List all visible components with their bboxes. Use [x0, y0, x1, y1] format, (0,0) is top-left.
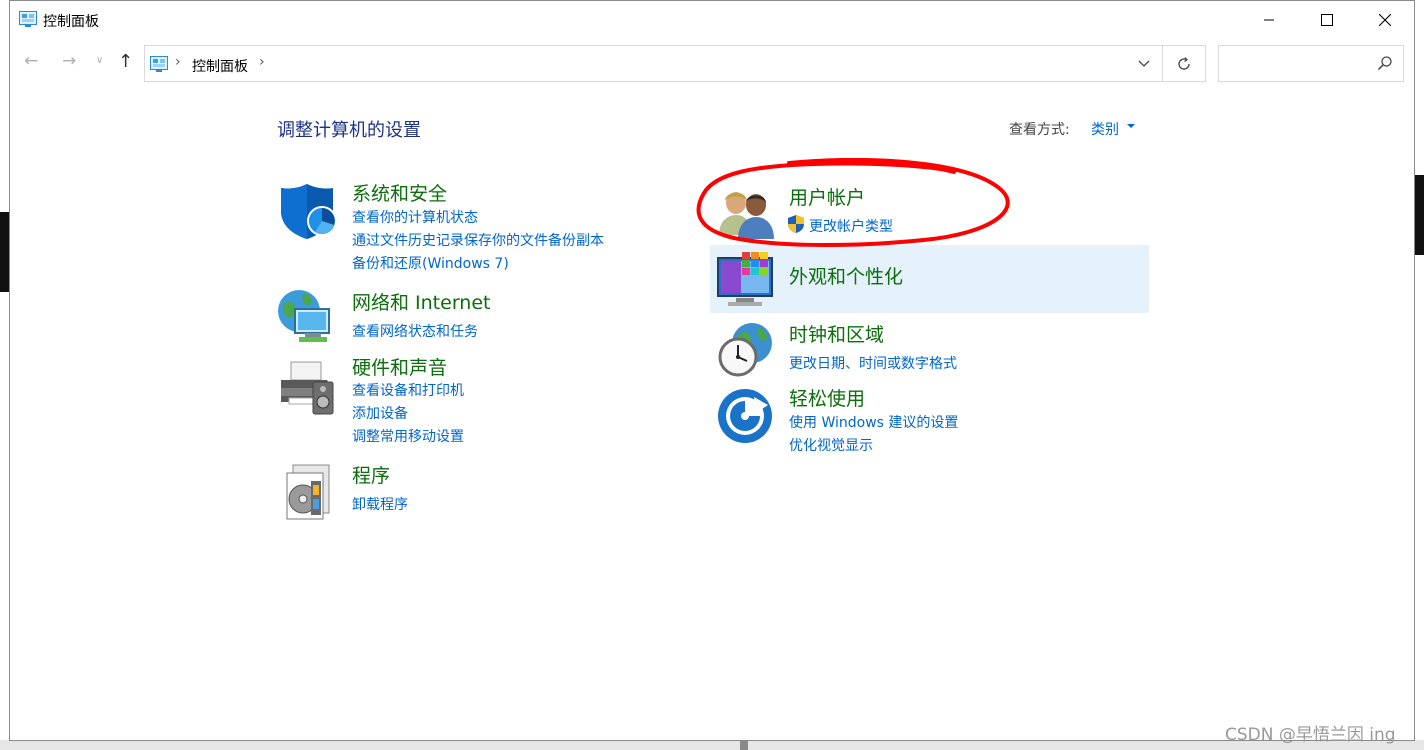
link-devices-printers[interactable]: 查看设备和打印机: [352, 380, 464, 400]
view-by-dropdown[interactable]: 类别: [1091, 119, 1119, 139]
category-title-hardware-sound[interactable]: 硬件和声音: [352, 353, 447, 380]
link-mobility-settings[interactable]: 调整常用移动设置: [352, 426, 464, 446]
back-arrow-icon[interactable]: ←: [24, 51, 38, 71]
search-box[interactable]: [1218, 45, 1404, 82]
watermark-text: CSDN @早悟兰因 ing: [1225, 725, 1396, 745]
breadcrumb-chevron-icon[interactable]: ›: [175, 54, 181, 70]
link-uninstall-program[interactable]: 卸载程序: [352, 494, 408, 514]
refresh-icon: [1178, 56, 1190, 70]
link-optimize-visual-display[interactable]: 优化视觉显示: [789, 435, 873, 455]
background-terminal-strip: [1414, 175, 1424, 255]
navigation-bar: ← → ∨ ↑ › 控制面板 ›: [10, 43, 1414, 83]
category-title-system-security[interactable]: 系统和安全: [352, 179, 447, 206]
category-title-programs[interactable]: 程序: [352, 461, 390, 488]
link-view-network-status[interactable]: 查看网络状态和任务: [352, 321, 478, 341]
close-button[interactable]: [1356, 1, 1414, 39]
main-content: 调整计算机的设置 查看方式: 类别 系统和安全 查看你的计算机状态 通过文件历史…: [10, 83, 1414, 733]
page-title: 调整计算机的设置: [277, 120, 421, 141]
background-window-right: [1414, 0, 1424, 750]
link-backup-restore[interactable]: 备份和还原(Windows 7): [352, 253, 509, 273]
link-windows-recommended-settings[interactable]: 使用 Windows 建议的设置: [789, 412, 958, 432]
link-file-history-backup[interactable]: 通过文件历史记录保存你的文件备份副本: [352, 230, 604, 250]
ease-of-access-icon: [718, 389, 772, 443]
close-icon: [1379, 14, 1391, 26]
control-panel-icon: [19, 11, 37, 27]
maximize-icon: [1321, 14, 1333, 26]
window-title: 控制面板: [43, 14, 99, 30]
search-icon[interactable]: [1377, 55, 1393, 71]
link-view-computer-status[interactable]: 查看你的计算机状态: [352, 207, 478, 227]
monitor-palette-icon: [717, 252, 773, 306]
link-change-date-time-format[interactable]: 更改日期、时间或数字格式: [789, 353, 957, 373]
printer-speaker-icon: [281, 361, 334, 415]
maximize-button[interactable]: [1298, 1, 1356, 39]
forward-arrow-icon[interactable]: →: [62, 51, 76, 71]
minimize-icon: [1264, 19, 1274, 21]
refresh-button[interactable]: [1163, 46, 1205, 81]
link-add-device[interactable]: 添加设备: [352, 403, 408, 423]
view-by-label: 查看方式:: [1009, 122, 1070, 138]
chevron-down-icon: [1138, 60, 1149, 67]
category-title-appearance-personalization[interactable]: 外观和个性化: [789, 262, 903, 289]
category-title-network-internet[interactable]: 网络和 Internet: [352, 288, 490, 315]
view-by-dropdown-arrow-icon[interactable]: [1127, 124, 1135, 128]
background-taskbar-edge: [0, 740, 1424, 750]
category-title-ease-of-access[interactable]: 轻松使用: [789, 384, 865, 411]
category-title-clock-region[interactable]: 时钟和区域: [789, 320, 884, 347]
address-dropdown-button[interactable]: [1125, 46, 1163, 81]
network-globe-icon: [278, 290, 330, 342]
programs-disc-icon: [286, 464, 330, 520]
control-panel-window: 控制面板 ← → ∨ ↑ › 控制面板 › 调整计算机的设置 查看方式: 类别 …: [9, 0, 1415, 741]
breadcrumb-chevron-icon[interactable]: ›: [259, 54, 265, 70]
breadcrumb-control-panel[interactable]: 控制面板: [192, 56, 248, 76]
recent-locations-chevron-icon[interactable]: ∨: [96, 55, 103, 66]
shield-icon: [281, 184, 337, 239]
address-bar[interactable]: › 控制面板 ›: [144, 45, 1206, 82]
red-annotation-ellipse: [696, 158, 1010, 247]
control-panel-icon: [150, 56, 168, 72]
up-arrow-icon[interactable]: ↑: [118, 51, 133, 72]
title-bar[interactable]: 控制面板: [10, 1, 1414, 39]
clock-globe-icon: [718, 323, 772, 377]
minimize-button[interactable]: [1240, 1, 1298, 39]
